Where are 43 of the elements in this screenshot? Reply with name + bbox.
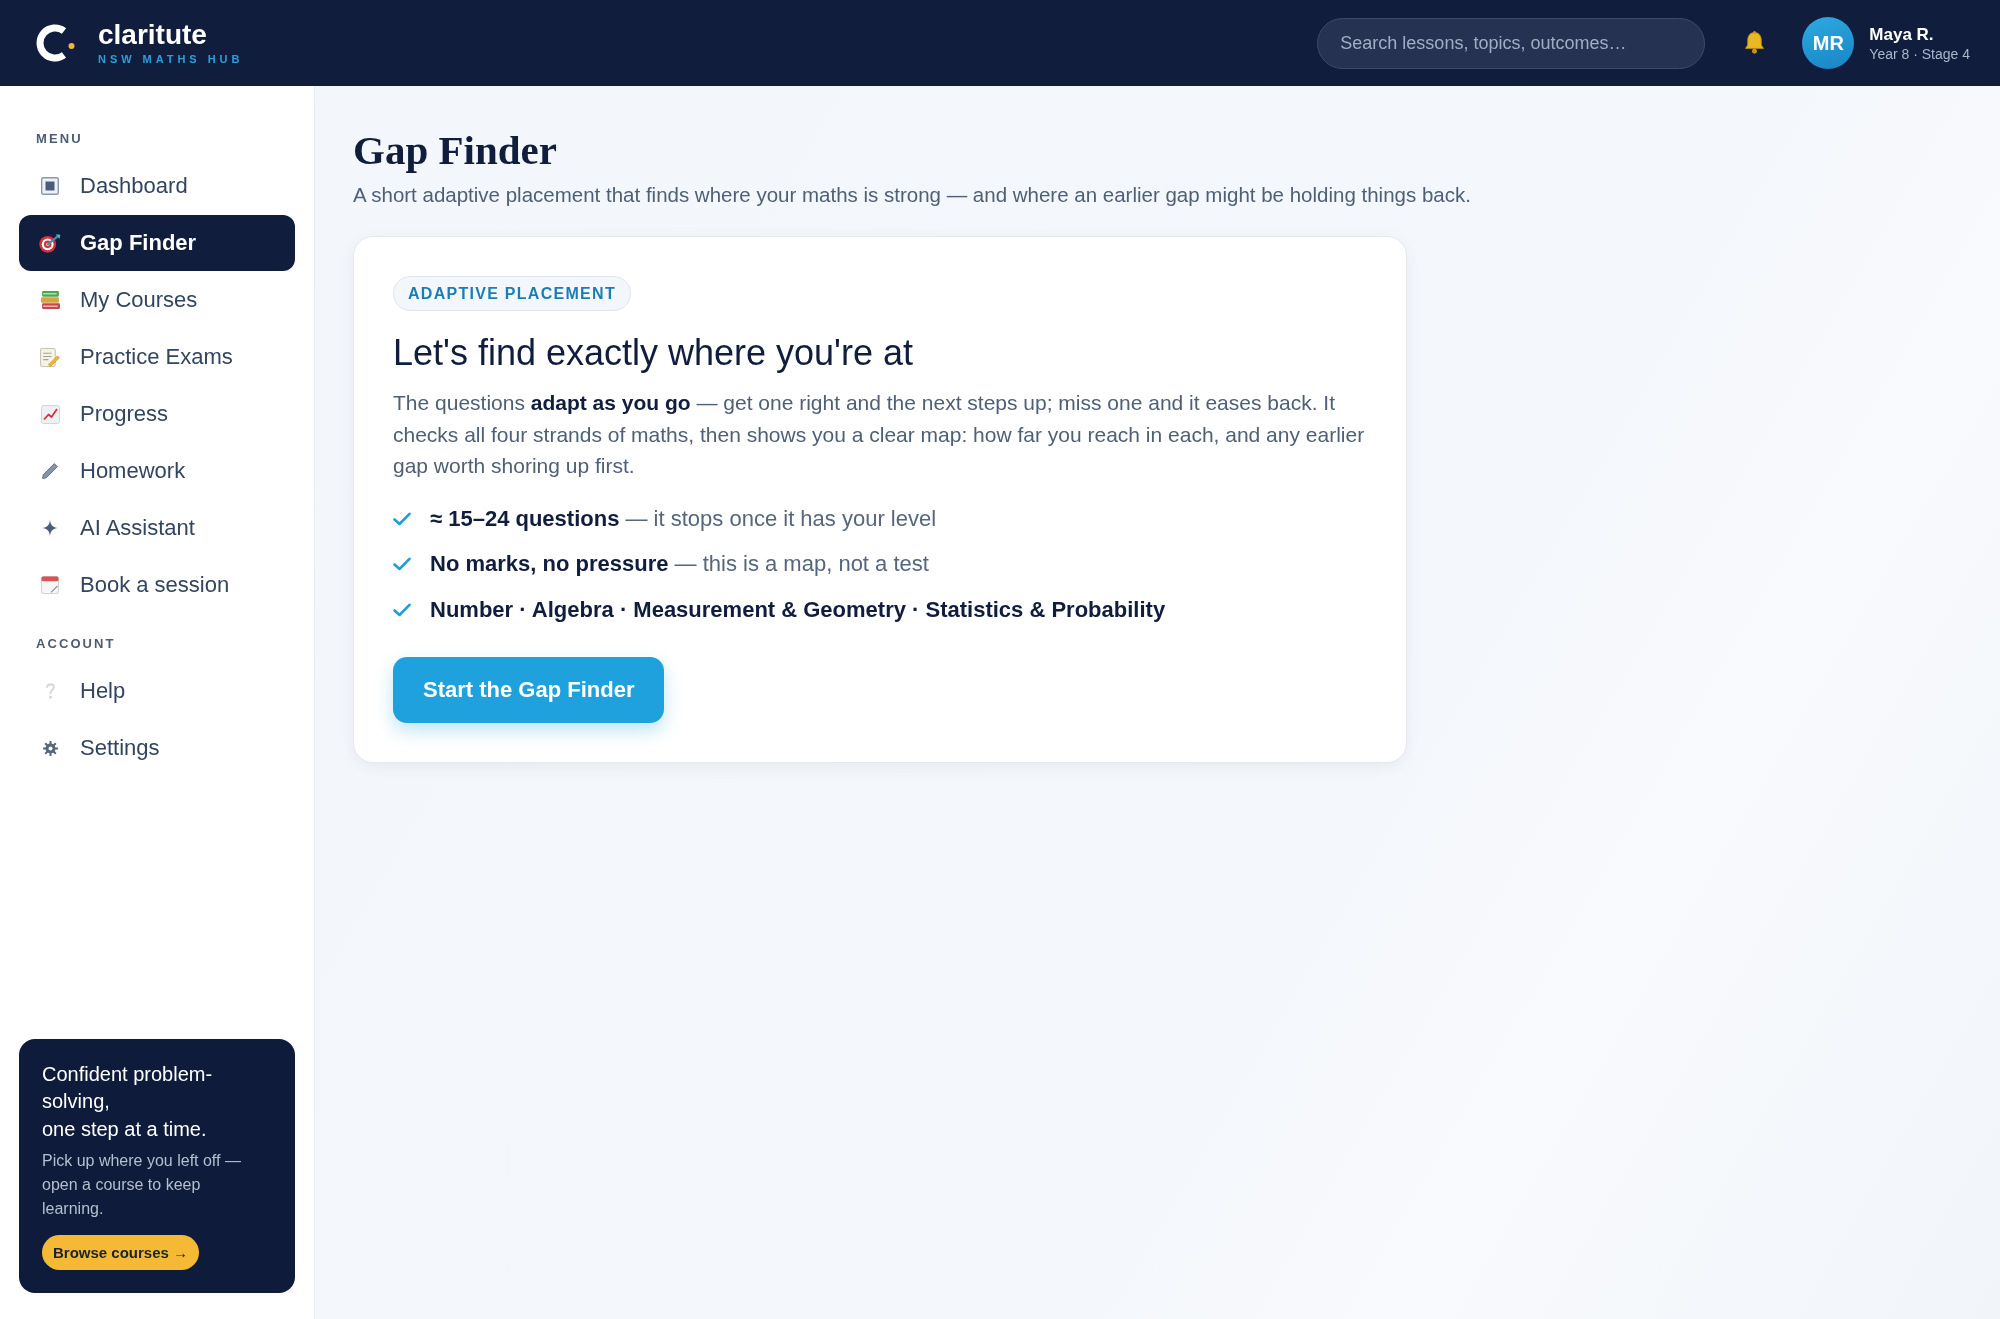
page-subtitle: A short adaptive placement that finds where your maths is strong — and where an earlier gap might be holding things back. — [353, 182, 1472, 208]
page-title: Gap Finder — [353, 126, 558, 174]
calendar-icon — [41, 576, 59, 594]
nav-item[interactable]: Book a session — [19, 557, 295, 613]
brand-name: claritute — [98, 20, 208, 50]
user-detail: Year 8 · Stage 4 — [1869, 44, 1970, 63]
brand-tagline: NSW MATHS HUB — [98, 52, 244, 66]
nav-item[interactable]: Practice Exams — [19, 329, 295, 385]
promo-title: Confident problem-solving, one step at a time. — [42, 1061, 214, 1142]
nav-item[interactable]: Gap Finder — [19, 215, 295, 271]
nav-item[interactable]: Dashboard — [19, 158, 295, 214]
notepad-pencil-icon — [40, 347, 60, 367]
nav-item[interactable]: Help — [19, 663, 295, 719]
placement-label: ADAPTIVE PLACEMENT — [393, 276, 631, 311]
browse-courses-button[interactable]: Browse courses → — [42, 1235, 200, 1270]
nav-item[interactable]: AI Assistant — [19, 500, 295, 556]
section-heading: MENU — [35, 132, 84, 146]
promo-text: Pick up where you left off — open a course to keep learning. — [42, 1151, 242, 1219]
nav-item[interactable]: My Courses — [19, 272, 295, 328]
card-description: The questions adapt as you go — get one right and the next steps up; miss one and it eases back. It checks all four strands of maths, then shows you a clear map: how far you reach in each, and any earlier gap worth shoring up first. — [393, 390, 1366, 479]
sparkle-icon — [42, 520, 58, 536]
user-name: Maya R. — [1869, 23, 1935, 45]
line-chart-icon — [40, 404, 60, 424]
checklist-text: No marks, no pressure — this is a map, not a test — [430, 551, 929, 577]
nav-item[interactable]: Homework — [19, 443, 295, 499]
dart-target-icon — [39, 233, 61, 253]
section-heading: ACCOUNT — [35, 637, 117, 651]
check-icon — [393, 511, 411, 526]
checklist-text: Number · Algebra · Measurement & Geometry · Statistics & Probability — [430, 596, 1166, 623]
check-icon — [393, 602, 411, 617]
search-field[interactable]: Search lessons, topics, outcomes… — [1317, 17, 1706, 69]
nav-item[interactable]: Settings — [19, 720, 295, 776]
card-heading: Let's find exactly where you're at — [393, 331, 914, 375]
settings-icon — [42, 740, 58, 756]
framed-square-icon — [41, 177, 59, 195]
checklist-text: ≈ 15–24 questions — it stops once it has your level — [430, 505, 937, 532]
pencil-icon — [42, 463, 58, 479]
nav-item[interactable]: Progress — [19, 386, 295, 442]
notification-bell-icon[interactable] — [1745, 31, 1765, 55]
logo-icon — [36, 24, 76, 62]
question-mark-icon — [45, 683, 55, 699]
books-icon — [40, 291, 60, 309]
check-icon — [393, 557, 411, 571]
